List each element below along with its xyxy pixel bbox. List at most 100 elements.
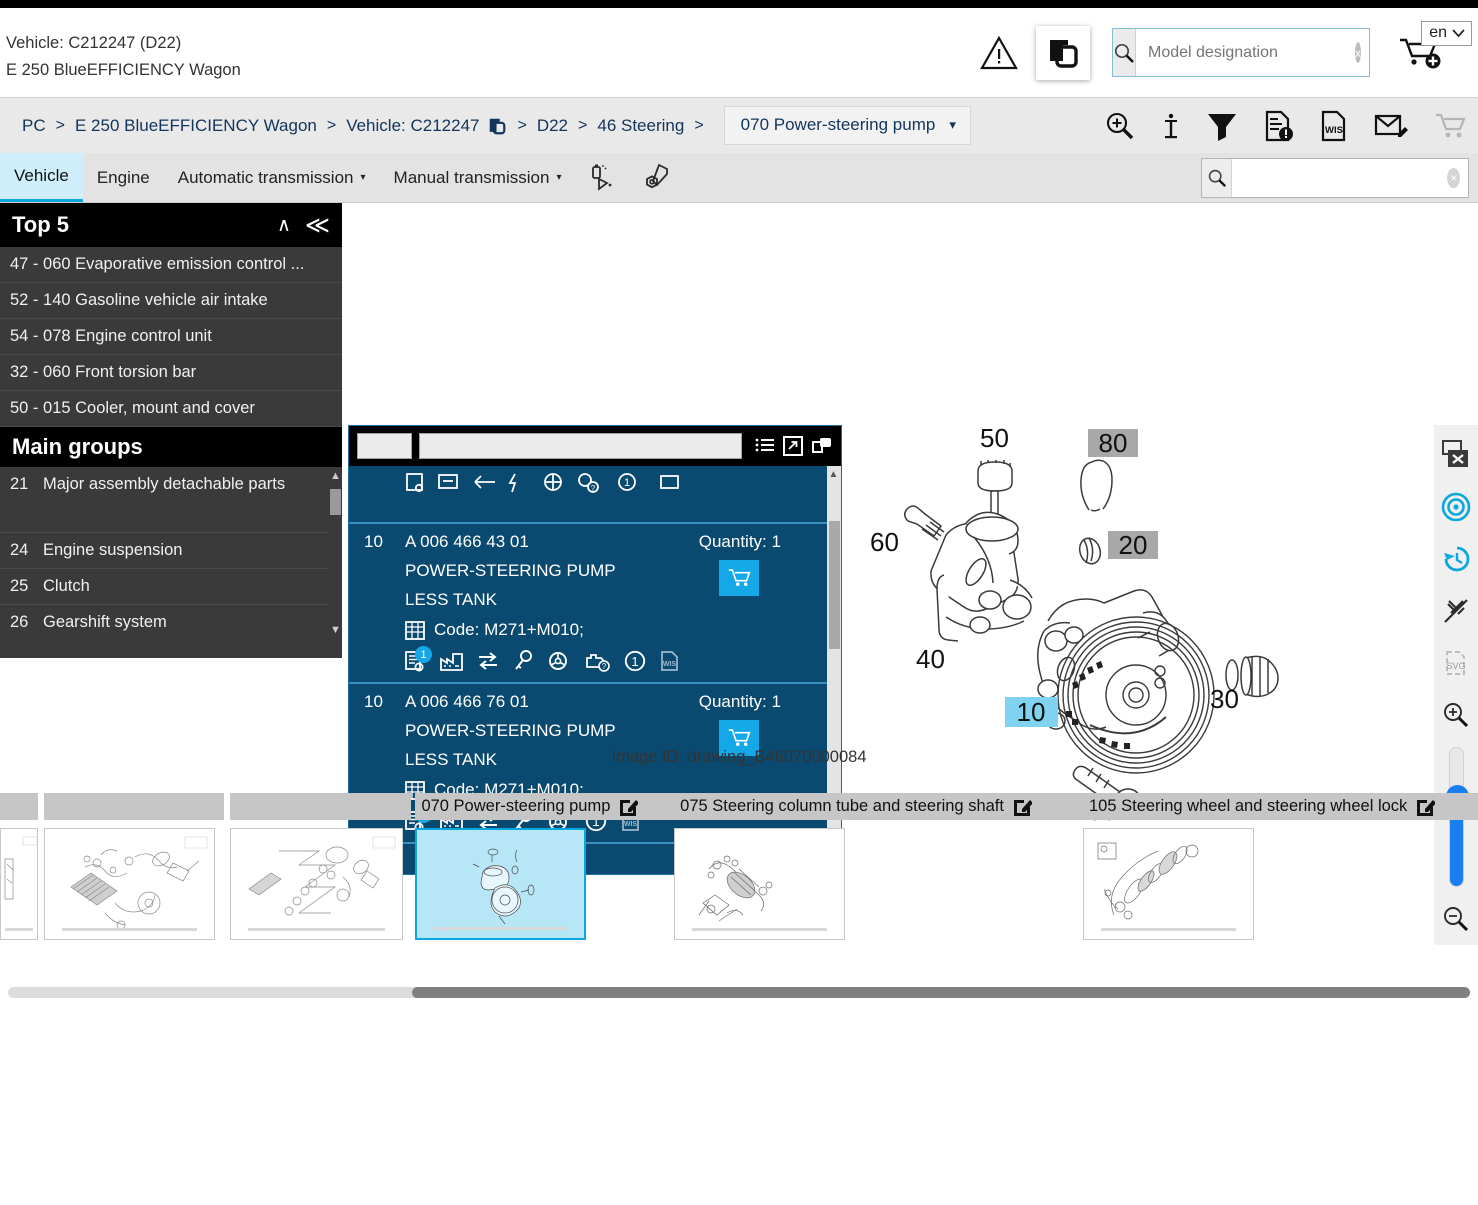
main-group-row[interactable]: 24 Engine suspension [0,533,342,569]
vehicle-id-line: Vehicle: C212247 (D22) [6,34,182,52]
filmstrip-thumbnail[interactable] [229,828,403,940]
catalog-search-box[interactable]: × [1201,158,1469,198]
model-search-box[interactable]: x [1112,28,1370,77]
edit-pencil-icon[interactable] [618,797,639,817]
tab-vehicle[interactable]: Vehicle [0,153,83,202]
copy-documents-icon[interactable] [1036,25,1090,80]
breadcrumb-separator: > [517,116,527,134]
history-undo-icon[interactable] [1434,533,1478,585]
thumbnail-rule [247,928,385,931]
code-table-icon[interactable] [405,620,425,640]
copy-vin-icon[interactable] [487,116,507,136]
filmstrip-thumbnail[interactable] [44,828,215,940]
filmstrip-thumbnail[interactable] [674,828,846,940]
filmstrip-cell[interactable] [44,793,224,940]
top5-item[interactable]: 52 - 140 Gasoline vehicle air intake [0,283,342,319]
filmstrip-thumbnail-selected[interactable] [415,828,587,940]
chevron-down-icon: ▾ [556,172,562,183]
partial-row-icons[interactable]: ? 1 [405,472,695,494]
part-number: A 006 466 43 01 [405,532,529,551]
cart-icon[interactable] [1434,112,1468,140]
tab-label: Automatic transmission [177,167,354,187]
collapse-left-icon[interactable]: ≪ [305,211,330,240]
top5-item[interactable]: 54 - 078 Engine control unit [0,319,342,355]
factory-icon[interactable] [440,651,463,671]
document-alert-icon[interactable] [1264,110,1294,142]
filmstrip-thumbnail[interactable] [1083,828,1254,940]
steering-wheel-icon[interactable] [547,650,571,672]
main-group-row[interactable]: 25 Clutch [0,569,342,605]
top5-item[interactable]: 50 - 015 Cooler, mount and cover [0,391,342,427]
expand-icon[interactable] [783,436,803,456]
breadcrumb-item-vehicle[interactable]: Vehicle: C212247 [346,116,479,136]
main-group-row[interactable]: 21 Major assembly detachable parts [0,467,342,533]
technical-drawing[interactable]: 50 80 60 20 40 10 30 100 [860,425,1432,855]
zoom-in-search-icon[interactable] [1104,110,1136,142]
scroll-up-arrow[interactable]: ▲ [828,469,839,480]
scroll-up-arrow[interactable]: ▲ [330,470,341,482]
filmstrip-thumbnail[interactable] [0,828,38,940]
catalog-search-input[interactable] [1232,159,1448,197]
tab-engine[interactable]: Engine [83,153,164,202]
zoom-in-icon[interactable] [1434,689,1478,741]
parts-filter-field[interactable] [419,433,742,459]
warning-triangle-icon[interactable] [976,30,1022,76]
edit-pencil-icon[interactable] [1012,797,1032,817]
image-id-label: Image ID: drawing_B46070000084 [611,748,867,766]
filmstrip-cell[interactable]: 105 Steering wheel and steering wheel lo… [1083,793,1478,940]
mail-edit-icon[interactable] [1374,112,1408,140]
filmstrip-cell-selected[interactable]: 070 Power-steering pump [415,793,675,940]
wis-icon[interactable]: WIS [660,650,680,672]
tab-label: Manual transmission [393,167,550,187]
document-search-icon[interactable]: 1 [405,646,432,672]
scrollbar-thumb[interactable] [330,489,341,515]
clear-catalog-search[interactable]: × [1447,168,1460,188]
tab-automatic-transmission[interactable]: Automatic transmission ▾ [164,153,380,202]
scrollbar-thumb[interactable] [412,987,1470,998]
breadcrumb-active-dropdown[interactable]: 070 Power-steering pump ▾ [723,106,971,145]
filter-funnel-icon[interactable] [1206,111,1238,141]
breadcrumb-item-pc[interactable]: PC [22,116,46,136]
work-area: Top 5 ∧ ≪ 47 - 060 Evaporative emission … [0,203,1478,945]
wis-document-icon[interactable]: WIS [1320,110,1348,142]
key-icon[interactable] [513,650,533,672]
filmstrip-cell[interactable] [229,793,412,940]
scroll-down-arrow[interactable]: ▼ [330,624,341,636]
breadcrumb-item-model[interactable]: E 250 BlueEFFICIENCY Wagon [75,116,317,136]
scrollbar-thumb[interactable] [829,521,840,649]
parts-filter-field-small[interactable] [357,433,412,459]
list-view-icon[interactable] [755,436,775,456]
main-groups-scrollbar[interactable]: ▲ ▼ [328,467,342,639]
exchange-icon[interactable] [477,651,499,671]
filmstrip-cell[interactable] [0,793,38,940]
info-icon[interactable] [1162,110,1180,142]
unpin-icon[interactable] [1434,585,1478,637]
model-search-input[interactable] [1136,29,1355,76]
filmstrip-cell[interactable]: 075 Steering column tube and steering sh… [674,793,1083,940]
paint-spray-icon[interactable] [589,163,619,193]
breadcrumb-separator: > [326,116,337,134]
bolt-nut-icon[interactable] [641,163,673,193]
main-group-number: 21 [10,475,29,493]
vehicle-info: Vehicle: C212247 (D22) E 250 BlueEFFICIE… [0,8,241,84]
edit-pencil-icon[interactable] [1415,797,1436,817]
breadcrumb-item-steering[interactable]: 46 Steering [597,116,684,136]
popout-icon[interactable] [811,436,833,456]
top5-item[interactable]: 32 - 060 Front torsion bar [0,355,342,391]
info-circle-icon[interactable]: 1 [624,650,646,672]
top5-item[interactable]: 47 - 060 Evaporative emission control ..… [0,247,342,283]
clear-search-chip[interactable]: x [1355,42,1361,63]
svg-text:SVG: SVG [1446,661,1465,671]
language-selector[interactable]: en [1421,21,1472,46]
breadcrumb-item-d22[interactable]: D22 [537,116,568,136]
parts-row[interactable]: 10 A 006 466 43 01 Quantity: 1 POWER-STE… [349,524,841,684]
engine-help-icon[interactable]: ? [585,650,610,672]
add-to-cart-button[interactable] [719,560,759,596]
main-group-label: Engine suspension [43,541,183,559]
tab-manual-transmission[interactable]: Manual transmission ▾ [380,153,576,202]
target-center-icon[interactable] [1434,481,1478,533]
close-window-icon[interactable] [1434,429,1478,481]
main-group-row[interactable]: 26 Gearshift system [0,605,342,639]
collapse-up-icon[interactable]: ∧ [277,214,291,237]
filmstrip-horizontal-scrollbar[interactable] [8,987,1470,998]
